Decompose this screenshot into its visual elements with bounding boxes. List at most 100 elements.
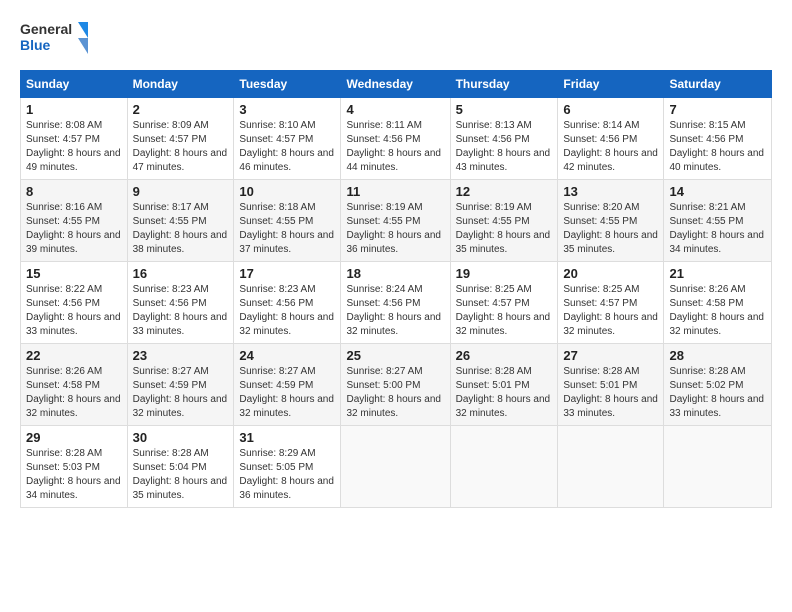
day-info: Sunrise: 8:19 AMSunset: 4:55 PMDaylight:… (346, 201, 444, 257)
page: General Blue SundayMondayTuesdayWednesda… (0, 0, 792, 612)
calendar-cell: 24Sunrise: 8:27 AMSunset: 4:59 PMDayligh… (234, 344, 341, 426)
day-info: Sunrise: 8:27 AMSunset: 5:00 PMDaylight:… (346, 365, 444, 421)
day-info: Sunrise: 8:16 AMSunset: 4:55 PMDaylight:… (26, 201, 122, 257)
day-number: 14 (669, 184, 766, 199)
calendar-cell: 23 Sunrise: 8:27 AMSunset: 4:59 PMDayligh… (127, 344, 234, 426)
day-info: Sunrise: 8:25 AMSunset: 4:57 PMDaylight:… (563, 283, 658, 339)
day-info: Sunrise: 8:28 AMSunset: 5:01 PMDaylight:… (456, 365, 553, 421)
day-number: 25 (346, 348, 444, 363)
calendar-cell: 30 Sunrise: 8:28 AMSunset: 5:04 PMDayligh… (127, 426, 234, 508)
calendar-cell: 4Sunrise: 8:11 AMSunset: 4:56 PMDaylight… (341, 98, 450, 180)
day-info: Sunrise: 8:27 AMSunset: 4:59 PMDaylight:… (133, 365, 229, 421)
calendar-cell (664, 426, 772, 508)
calendar-cell: 15 Sunrise: 8:22 AMSunset: 4:56 PMDayligh… (21, 262, 128, 344)
calendar-cell: 10 Sunrise: 8:18 AMSunset: 4:55 PMDayligh… (234, 180, 341, 262)
calendar-cell: 25 Sunrise: 8:27 AMSunset: 5:00 PMDayligh… (341, 344, 450, 426)
day-info: Sunrise: 8:14 AMSunset: 4:56 PMDaylight:… (563, 119, 658, 175)
day-number: 2 (133, 102, 229, 117)
calendar-cell: 17 Sunrise: 8:23 AMSunset: 4:56 PMDayligh… (234, 262, 341, 344)
logo-svg: General Blue (20, 18, 90, 60)
day-number: 1 (26, 102, 122, 117)
day-info: Sunrise: 8:28 AMSunset: 5:04 PMDaylight:… (133, 447, 229, 503)
day-number: 30 (133, 430, 229, 445)
calendar-cell: 31 Sunrise: 8:29 AMSunset: 5:05 PMDayligh… (234, 426, 341, 508)
day-number: 27 (563, 348, 658, 363)
header: General Blue (20, 18, 772, 60)
calendar-cell: 6 Sunrise: 8:14 AMSunset: 4:56 PMDaylight… (558, 98, 664, 180)
day-info: Sunrise: 8:22 AMSunset: 4:56 PMDaylight:… (26, 283, 122, 339)
day-info: Sunrise: 8:20 AMSunset: 4:55 PMDaylight:… (563, 201, 658, 257)
calendar-cell: 16Sunrise: 8:23 AMSunset: 4:56 PMDayligh… (127, 262, 234, 344)
day-info: Sunrise: 8:26 AMSunset: 4:58 PMDaylight:… (26, 365, 122, 421)
day-info: Sunrise: 8:11 AMSunset: 4:56 PMDaylight:… (346, 119, 444, 175)
day-info: Sunrise: 8:29 AMSunset: 5:05 PMDaylight:… (239, 447, 335, 503)
day-info: Sunrise: 8:21 AMSunset: 4:55 PMDaylight:… (669, 201, 766, 257)
calendar-cell: 3 Sunrise: 8:10 AMSunset: 4:57 PMDaylight… (234, 98, 341, 180)
calendar-cell: 7 Sunrise: 8:15 AMSunset: 4:56 PMDaylight… (664, 98, 772, 180)
day-info: Sunrise: 8:08 AMSunset: 4:57 PMDaylight:… (26, 119, 122, 175)
day-number: 29 (26, 430, 122, 445)
calendar-cell: 11 Sunrise: 8:19 AMSunset: 4:55 PMDayligh… (341, 180, 450, 262)
col-header-thursday: Thursday (450, 71, 558, 98)
day-number: 6 (563, 102, 658, 117)
col-header-monday: Monday (127, 71, 234, 98)
day-number: 28 (669, 348, 766, 363)
day-info: Sunrise: 8:23 AMSunset: 4:56 PMDaylight:… (239, 283, 335, 339)
day-info: Sunrise: 8:15 AMSunset: 4:56 PMDaylight:… (669, 119, 766, 175)
day-number: 26 (456, 348, 553, 363)
day-number: 5 (456, 102, 553, 117)
svg-text:General: General (20, 21, 72, 37)
calendar-cell: 29 Sunrise: 8:28 AMSunset: 5:03 PMDayligh… (21, 426, 128, 508)
day-number: 12 (456, 184, 553, 199)
day-number: 7 (669, 102, 766, 117)
day-info: Sunrise: 8:09 AMSunset: 4:57 PMDaylight:… (133, 119, 229, 175)
day-number: 3 (239, 102, 335, 117)
day-number: 17 (239, 266, 335, 281)
day-info: Sunrise: 8:27 AMSunset: 4:59 PMDaylight:… (239, 365, 335, 421)
day-number: 15 (26, 266, 122, 281)
day-number: 21 (669, 266, 766, 281)
calendar-cell: 19Sunrise: 8:25 AMSunset: 4:57 PMDayligh… (450, 262, 558, 344)
calendar-cell: 26 Sunrise: 8:28 AMSunset: 5:01 PMDayligh… (450, 344, 558, 426)
calendar-cell: 28 Sunrise: 8:28 AMSunset: 5:02 PMDayligh… (664, 344, 772, 426)
week-row-1: 1 Sunrise: 8:08 AMSunset: 4:57 PMDaylight… (21, 98, 772, 180)
calendar-cell: 14 Sunrise: 8:21 AMSunset: 4:55 PMDayligh… (664, 180, 772, 262)
col-header-sunday: Sunday (21, 71, 128, 98)
day-number: 8 (26, 184, 122, 199)
day-number: 23 (133, 348, 229, 363)
day-info: Sunrise: 8:28 AMSunset: 5:02 PMDaylight:… (669, 365, 766, 421)
day-info: Sunrise: 8:24 AMSunset: 4:56 PMDaylight:… (346, 283, 444, 339)
col-header-wednesday: Wednesday (341, 71, 450, 98)
day-info: Sunrise: 8:19 AMSunset: 4:55 PMDaylight:… (456, 201, 553, 257)
day-info: Sunrise: 8:28 AMSunset: 5:03 PMDaylight:… (26, 447, 122, 503)
col-header-saturday: Saturday (664, 71, 772, 98)
calendar-cell: 21 Sunrise: 8:26 AMSunset: 4:58 PMDayligh… (664, 262, 772, 344)
calendar-cell: 13Sunrise: 8:20 AMSunset: 4:55 PMDayligh… (558, 180, 664, 262)
day-number: 20 (563, 266, 658, 281)
day-number: 18 (346, 266, 444, 281)
week-row-2: 8 Sunrise: 8:16 AMSunset: 4:55 PMDaylight… (21, 180, 772, 262)
calendar-cell (558, 426, 664, 508)
day-info: Sunrise: 8:13 AMSunset: 4:56 PMDaylight:… (456, 119, 553, 175)
col-header-friday: Friday (558, 71, 664, 98)
calendar-cell: 9Sunrise: 8:17 AMSunset: 4:55 PMDaylight… (127, 180, 234, 262)
day-info: Sunrise: 8:26 AMSunset: 4:58 PMDaylight:… (669, 283, 766, 339)
day-number: 22 (26, 348, 122, 363)
calendar-cell: 27 Sunrise: 8:28 AMSunset: 5:01 PMDayligh… (558, 344, 664, 426)
calendar-cell: 22 Sunrise: 8:26 AMSunset: 4:58 PMDayligh… (21, 344, 128, 426)
day-info: Sunrise: 8:17 AMSunset: 4:55 PMDaylight:… (133, 201, 229, 257)
day-number: 11 (346, 184, 444, 199)
day-info: Sunrise: 8:18 AMSunset: 4:55 PMDaylight:… (239, 201, 335, 257)
calendar-cell (341, 426, 450, 508)
calendar-cell: 2 Sunrise: 8:09 AMSunset: 4:57 PMDaylight… (127, 98, 234, 180)
day-number: 10 (239, 184, 335, 199)
day-info: Sunrise: 8:10 AMSunset: 4:57 PMDaylight:… (239, 119, 335, 175)
day-number: 19 (456, 266, 553, 281)
calendar-cell: 8 Sunrise: 8:16 AMSunset: 4:55 PMDaylight… (21, 180, 128, 262)
week-row-5: 29 Sunrise: 8:28 AMSunset: 5:03 PMDayligh… (21, 426, 772, 508)
day-info: Sunrise: 8:28 AMSunset: 5:01 PMDaylight:… (563, 365, 658, 421)
day-number: 16 (133, 266, 229, 281)
day-number: 31 (239, 430, 335, 445)
week-row-4: 22 Sunrise: 8:26 AMSunset: 4:58 PMDayligh… (21, 344, 772, 426)
calendar-cell: 12 Sunrise: 8:19 AMSunset: 4:55 PMDayligh… (450, 180, 558, 262)
